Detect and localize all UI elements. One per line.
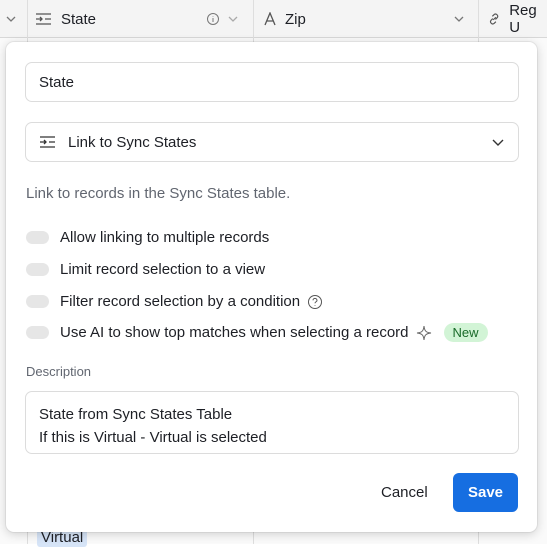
save-button[interactable]: Save: [453, 473, 518, 512]
toggle[interactable]: [26, 231, 49, 244]
column-header-reg[interactable]: Reg U: [487, 0, 547, 38]
link-list-icon: [40, 136, 55, 148]
toggle[interactable]: [26, 326, 49, 339]
option-ai-matches[interactable]: Use AI to show top matches when selectin…: [26, 323, 488, 342]
column-label: State: [61, 10, 97, 28]
new-badge: New: [443, 323, 488, 342]
column-label: Zip: [285, 10, 306, 28]
link-list-icon: [36, 13, 51, 25]
chevron-down-icon[interactable]: [226, 12, 240, 26]
field-type-select[interactable]: Link to Sync States: [25, 122, 519, 162]
toggle[interactable]: [26, 263, 49, 276]
sparkle-icon: [416, 325, 431, 340]
description-line: If this is Virtual - Virtual is selected: [39, 429, 267, 446]
option-label: Allow linking to multiple records: [60, 229, 270, 246]
field-name-input[interactable]: State: [25, 62, 519, 102]
option-label: Filter record selection by a condition: [60, 293, 301, 310]
option-multiple-records[interactable]: Allow linking to multiple records: [26, 229, 269, 246]
column-header-zip[interactable]: Zip: [263, 0, 306, 38]
field-config-dialog: State Link to Sync States Link to record…: [6, 42, 537, 532]
description-label: Description: [26, 364, 92, 379]
column-header-state[interactable]: State: [35, 0, 96, 38]
field-type-value: Link to Sync States: [68, 133, 197, 151]
help-text: Link to records in the Sync States table…: [26, 185, 291, 202]
chevron-down-icon: [492, 139, 504, 146]
chevron-down-icon[interactable]: [452, 12, 466, 26]
option-label: Limit record selection to a view: [60, 261, 266, 278]
option-filter-condition[interactable]: Filter record selection by a condition: [26, 293, 323, 310]
field-name-value: State: [39, 73, 75, 91]
column-label: Reg U: [509, 2, 537, 36]
description-line: State from Sync States Table: [39, 406, 233, 423]
option-limit-view[interactable]: Limit record selection to a view: [26, 261, 265, 278]
link-icon: [490, 13, 499, 25]
toggle[interactable]: [26, 295, 49, 308]
text-a-icon: [264, 12, 276, 26]
help-icon[interactable]: [307, 294, 323, 310]
description-textarea[interactable]: State from Sync States Table If this is …: [25, 391, 519, 454]
option-label: Use AI to show top matches when selectin…: [60, 324, 409, 341]
cancel-button[interactable]: Cancel: [371, 473, 438, 512]
chevron-down-icon[interactable]: [4, 12, 18, 26]
info-icon[interactable]: [206, 12, 220, 26]
